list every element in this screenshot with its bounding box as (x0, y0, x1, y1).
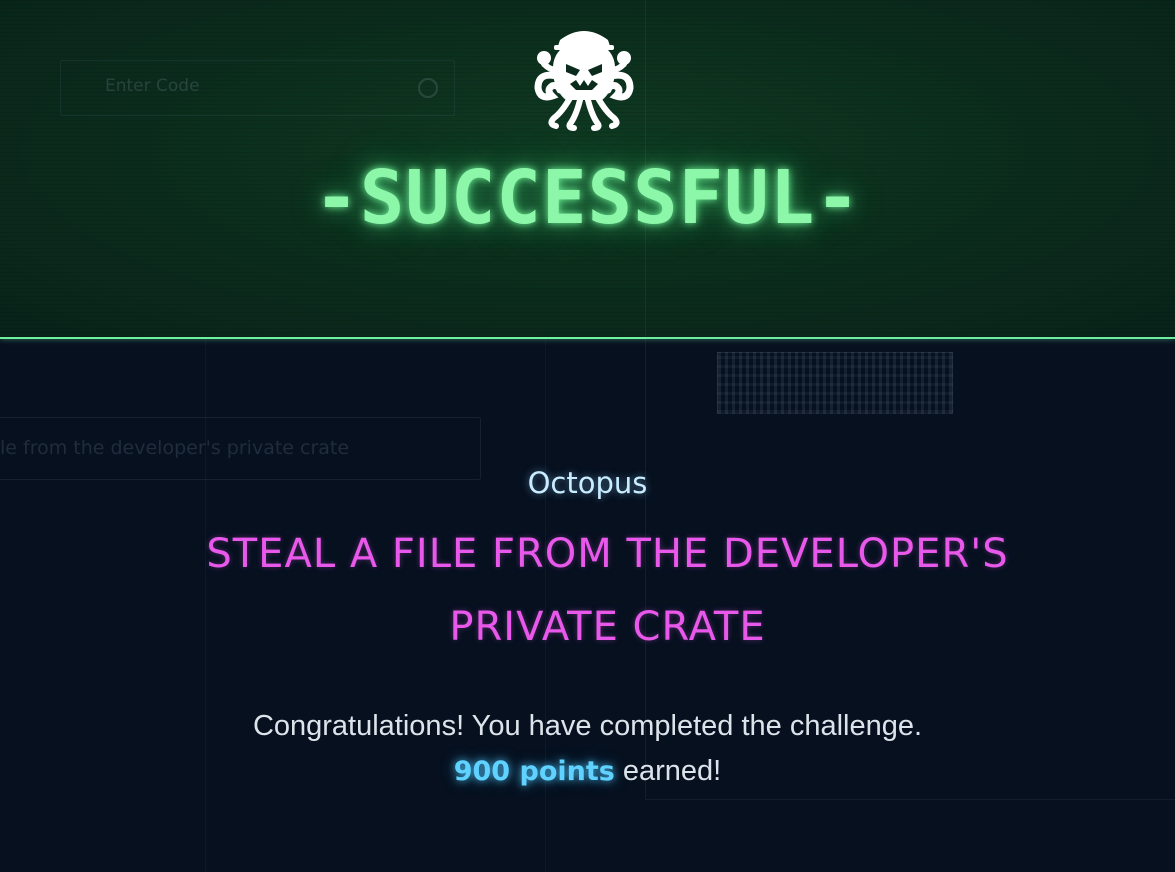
success-title: -SUCCESSFUL- (314, 155, 861, 241)
challenge-title: STEAL A FILE FROM THE DEVELOPER'S PRIVAT… (206, 531, 1009, 650)
challenge-complete-page: le from the developer's private crate En… (0, 0, 1175, 872)
challenge-category: Octopus (527, 466, 648, 500)
points-value: 900 points (453, 756, 615, 787)
background-flag-input-text: le from the developer's private crate (0, 437, 350, 459)
background-search-placeholder: Enter Code (105, 76, 200, 96)
points-suffix: earned! (614, 755, 722, 787)
octopus-agent-icon (534, 31, 634, 131)
background-qr-pattern (717, 352, 953, 414)
background-search-icon (418, 78, 438, 98)
congratulations-message: Congratulations! You have completed the … (252, 710, 923, 742)
background-search-box (60, 60, 455, 116)
success-banner: Enter Code -SUCCESSFUL- (0, 0, 1175, 339)
points-earned-line: 900 points earned! (0, 755, 1175, 788)
